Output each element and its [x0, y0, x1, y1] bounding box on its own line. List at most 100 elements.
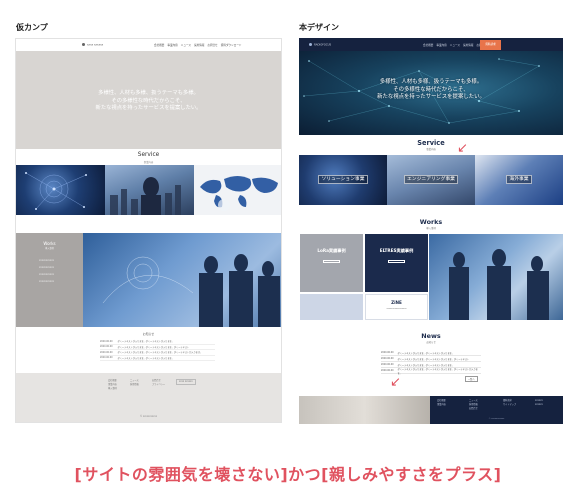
news-text: ダミーテキストが入ります。ダミーテキストが入ります。ダミーテキスト: [397, 357, 470, 361]
draft-service-image-tech[interactable]: [16, 165, 105, 215]
news-date: 2020.00.00: [100, 339, 113, 343]
news-text: ダミーテキストが入ります。ダミーテキストが入ります。ダミーテキストが入ります。: [397, 367, 478, 375]
footer-link[interactable]: 事業内容: [437, 403, 446, 407]
final-news-row[interactable]: 2020.00.00 ダミーテキストが入ります。ダミーテキストが入ります。ダミーテ…: [381, 367, 481, 375]
news-date: 2020.00.00: [381, 351, 394, 354]
draft-works-item[interactable]: xxxxxxxxxxx: [39, 278, 54, 285]
draft-nav-item[interactable]: お問合せ: [207, 43, 217, 47]
silhouette-graphic: [102, 254, 280, 327]
news-date: 2020.00.00: [100, 350, 113, 354]
final-nav-item[interactable]: 事業内容: [436, 43, 446, 47]
draft-footer-col: ニュース 採用情報: [130, 379, 139, 387]
silhouette-graphic: [449, 249, 549, 320]
works-tile-button[interactable]: [388, 260, 405, 263]
final-nav-item[interactable]: 採用情報: [463, 43, 473, 47]
draft-nav-item[interactable]: 資料ダウンロード: [221, 43, 242, 47]
draft-footer-col: 会社概要 事業内容 導入事例: [108, 379, 117, 391]
news-text: ダミーテキストが入ります。ダミーテキストが入ります。: [117, 356, 174, 360]
footer-link[interactable]: お問合せ: [469, 407, 478, 411]
service-card-solution[interactable]: ソリューション事業: [299, 155, 387, 205]
draft-service-title: Service: [137, 152, 160, 158]
news-text: ダミーテキストが入ります。ダミーテキストが入ります。: [397, 351, 454, 355]
footer-link[interactable]: 導入事例: [108, 387, 117, 391]
footer-link[interactable]: プライバシー: [152, 383, 165, 387]
final-service-subtitle: 事業内容: [426, 148, 436, 151]
service-card-label: 海外事業: [475, 175, 563, 184]
draft-hero: 多様性、人材も多様、扱うテーマも多様。 その多様性な時代だからこそ、 新たな視点…: [16, 51, 281, 149]
works-tile-title: ELTRES実績事例: [379, 248, 414, 253]
works-tile-title: LoRa実績事例: [317, 248, 346, 253]
draft-service-image-business[interactable]: [105, 165, 194, 215]
works-tile-blank[interactable]: [300, 294, 363, 320]
draft-news-row[interactable]: 2020.00.00 ダミーテキストが入ります。ダミーテキストが入ります。: [100, 356, 215, 361]
draft-works-photo: [83, 233, 281, 327]
final-hero: 多様性、人材も多様、扱うテーマも多様。 その多様性な時代だからこそ、 新たな視点…: [299, 51, 563, 135]
final-news-subtitle: お知らせ: [426, 341, 436, 344]
news-date: 2020.00.00: [381, 357, 394, 360]
service-card-text: 海外事業: [506, 175, 532, 184]
final-works-photo: [429, 234, 563, 320]
footer-link[interactable]: サイトマップ: [503, 403, 516, 407]
draft-service-subtitle: 事業内容: [143, 161, 154, 164]
hero-line: 新たな視点を持ったサービスを提案したい。: [95, 105, 202, 111]
service-card-label: エンジニアリング事業: [387, 175, 475, 184]
arrow-service-icon: ↙: [457, 141, 468, 156]
works-tile-button[interactable]: [323, 260, 340, 263]
final-footer-col: 会社概要 事業内容: [437, 399, 446, 407]
left-column-label: 仮カンプ: [16, 23, 48, 32]
works-tile-lora[interactable]: LoRa実績事例: [300, 234, 363, 292]
draft-service-image-global[interactable]: [194, 165, 281, 215]
footer-link[interactable]: 採用情報: [130, 383, 139, 387]
service-card-text: エンジニアリング事業: [404, 175, 458, 184]
hero-line: 多様性、人材も多様、扱うテーマも多様。: [98, 90, 199, 96]
final-news-title: News: [421, 332, 441, 340]
draft-footer-logo[interactable]: xxxx xxxxxx: [176, 379, 196, 385]
final-footer-col: xxxxxx xxxxxx: [535, 399, 543, 407]
final-footer: 会社概要 事業内容 ニュース 採用情報 お問合せ 資料請求 サイトマップ xxx…: [299, 396, 563, 424]
draft-works-panel: Works 導入事例 xxxxxxxxxxx xxxxxxxxxxx xxxxx…: [16, 233, 83, 327]
final-navbar: RADIOFOCUS 会社概要 事業内容 ニュース 採用情報 お問合せ 資料請求: [299, 38, 563, 51]
city-graphic: [110, 177, 181, 215]
final-design: RADIOFOCUS 会社概要 事業内容 ニュース 採用情報 お問合せ 資料請求…: [299, 38, 563, 424]
works-tile-zine[interactable]: ZiNE xxxxxxxxxxxxxxxxx: [365, 294, 428, 320]
draft-footer-col: お問合せ プライバシー: [152, 379, 165, 387]
footer-photo: [299, 396, 430, 424]
final-footer-col: ニュース 採用情報 お問合せ: [469, 399, 478, 411]
service-card-overseas[interactable]: 海外事業: [475, 155, 563, 205]
final-nav-item[interactable]: ニュース: [450, 43, 460, 47]
summary-caption: [サイトの雰囲気を壊さない]かつ[親しみやすさをプラス]: [74, 465, 502, 484]
final-logo[interactable]: RADIOFOCUS: [309, 43, 331, 47]
draft-nav-item[interactable]: 事業内容: [167, 43, 177, 47]
draft-works-item[interactable]: xxxxxxxxxxx: [39, 271, 54, 278]
news-more-button[interactable]: 一覧へ: [465, 376, 478, 382]
cta-button[interactable]: 資料請求: [480, 40, 501, 50]
final-news-list: 2020.00.00 ダミーテキストが入ります。ダミーテキストが入ります。 202…: [381, 350, 481, 375]
draft-works-list: xxxxxxxxxxx xxxxxxxxxxx xxxxxxxxxxx xxxx…: [39, 257, 54, 285]
service-card-engineering[interactable]: エンジニアリング事業: [387, 155, 475, 205]
hero-line: 新たな視点を持ったサービスを提案したい。: [377, 94, 485, 100]
footer-link[interactable]: xxxxxx: [535, 403, 543, 407]
right-column-label: 本デザイン: [299, 23, 339, 32]
news-date: 2020.00.00: [381, 363, 394, 366]
hero-line: 多様性、人材も多様、扱うテーマも多様。: [379, 79, 483, 85]
network-graphic: [25, 172, 87, 210]
draft-nav-item[interactable]: 会社概要: [154, 43, 164, 47]
draft-works-item[interactable]: xxxxxxxxxxx: [39, 264, 54, 271]
draft-logo[interactable]: xxxx xxxxxx: [82, 43, 103, 47]
draft-nav-item[interactable]: 採用情報: [194, 43, 204, 47]
draft-news-list: 2020.00.00 ダミーテキストが入ります。ダミーテキストが入ります。 202…: [100, 339, 215, 361]
draft-works-item[interactable]: xxxxxxxxxxx: [39, 257, 54, 264]
draft-mockup: xxxx xxxxxx 会社概要 事業内容 ニュース 採用情報 お問合せ 資料ダ…: [15, 38, 282, 423]
draft-copyright: © xxxxxxxxxxx: [139, 415, 158, 418]
final-nav-item[interactable]: 会社概要: [423, 43, 433, 47]
works-tile-eltres[interactable]: ELTRES実績事例: [365, 234, 428, 292]
news-date: 2020.00.00: [100, 345, 113, 349]
draft-nav-item[interactable]: ニュース: [181, 43, 191, 47]
news-date: 2020.00.00: [381, 369, 394, 372]
works-tile-subtext: xxxxxxxxxxxxxxxxx: [386, 308, 407, 310]
service-card-text: ソリューション事業: [318, 175, 368, 184]
final-hero-copy: 多様性、人材も多様、扱うテーマも多様。 その多様性な時代だからこそ、 新たな視点…: [299, 79, 563, 102]
news-text: ダミーテキストが入ります。ダミーテキストが入ります。ダミーテキストが入ります。: [117, 351, 202, 355]
hero-line: その多様性な時代だからこそ、: [393, 86, 469, 93]
final-nav-menu: 会社概要 事業内容 ニュース 採用情報 お問合せ: [423, 43, 487, 47]
